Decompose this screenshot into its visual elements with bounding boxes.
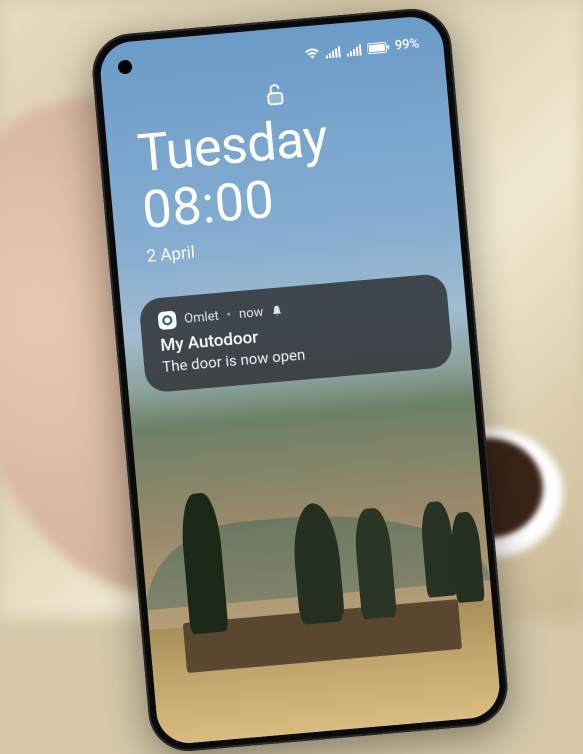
wifi-icon	[304, 47, 320, 60]
front-camera	[117, 59, 132, 74]
phone-screen[interactable]: 99% Tuesday 08:00 2 April Omlet • now My…	[98, 14, 502, 745]
separator-dot: •	[226, 308, 232, 323]
status-bar: 99%	[304, 36, 420, 61]
battery-icon	[366, 41, 389, 55]
bell-icon	[271, 305, 284, 318]
phone-device: 99% Tuesday 08:00 2 April Omlet • now My…	[89, 6, 510, 754]
app-name: Omlet	[184, 309, 220, 327]
signal-icon-2	[346, 43, 362, 56]
signal-icon	[325, 45, 341, 58]
notification-time: now	[238, 305, 264, 322]
battery-percentage: 99%	[394, 36, 420, 53]
lockscreen-datetime: Tuesday 08:00 2 April	[135, 98, 460, 267]
app-icon	[158, 311, 178, 331]
notification-card[interactable]: Omlet • now My Autodoor The door is now …	[138, 273, 453, 393]
